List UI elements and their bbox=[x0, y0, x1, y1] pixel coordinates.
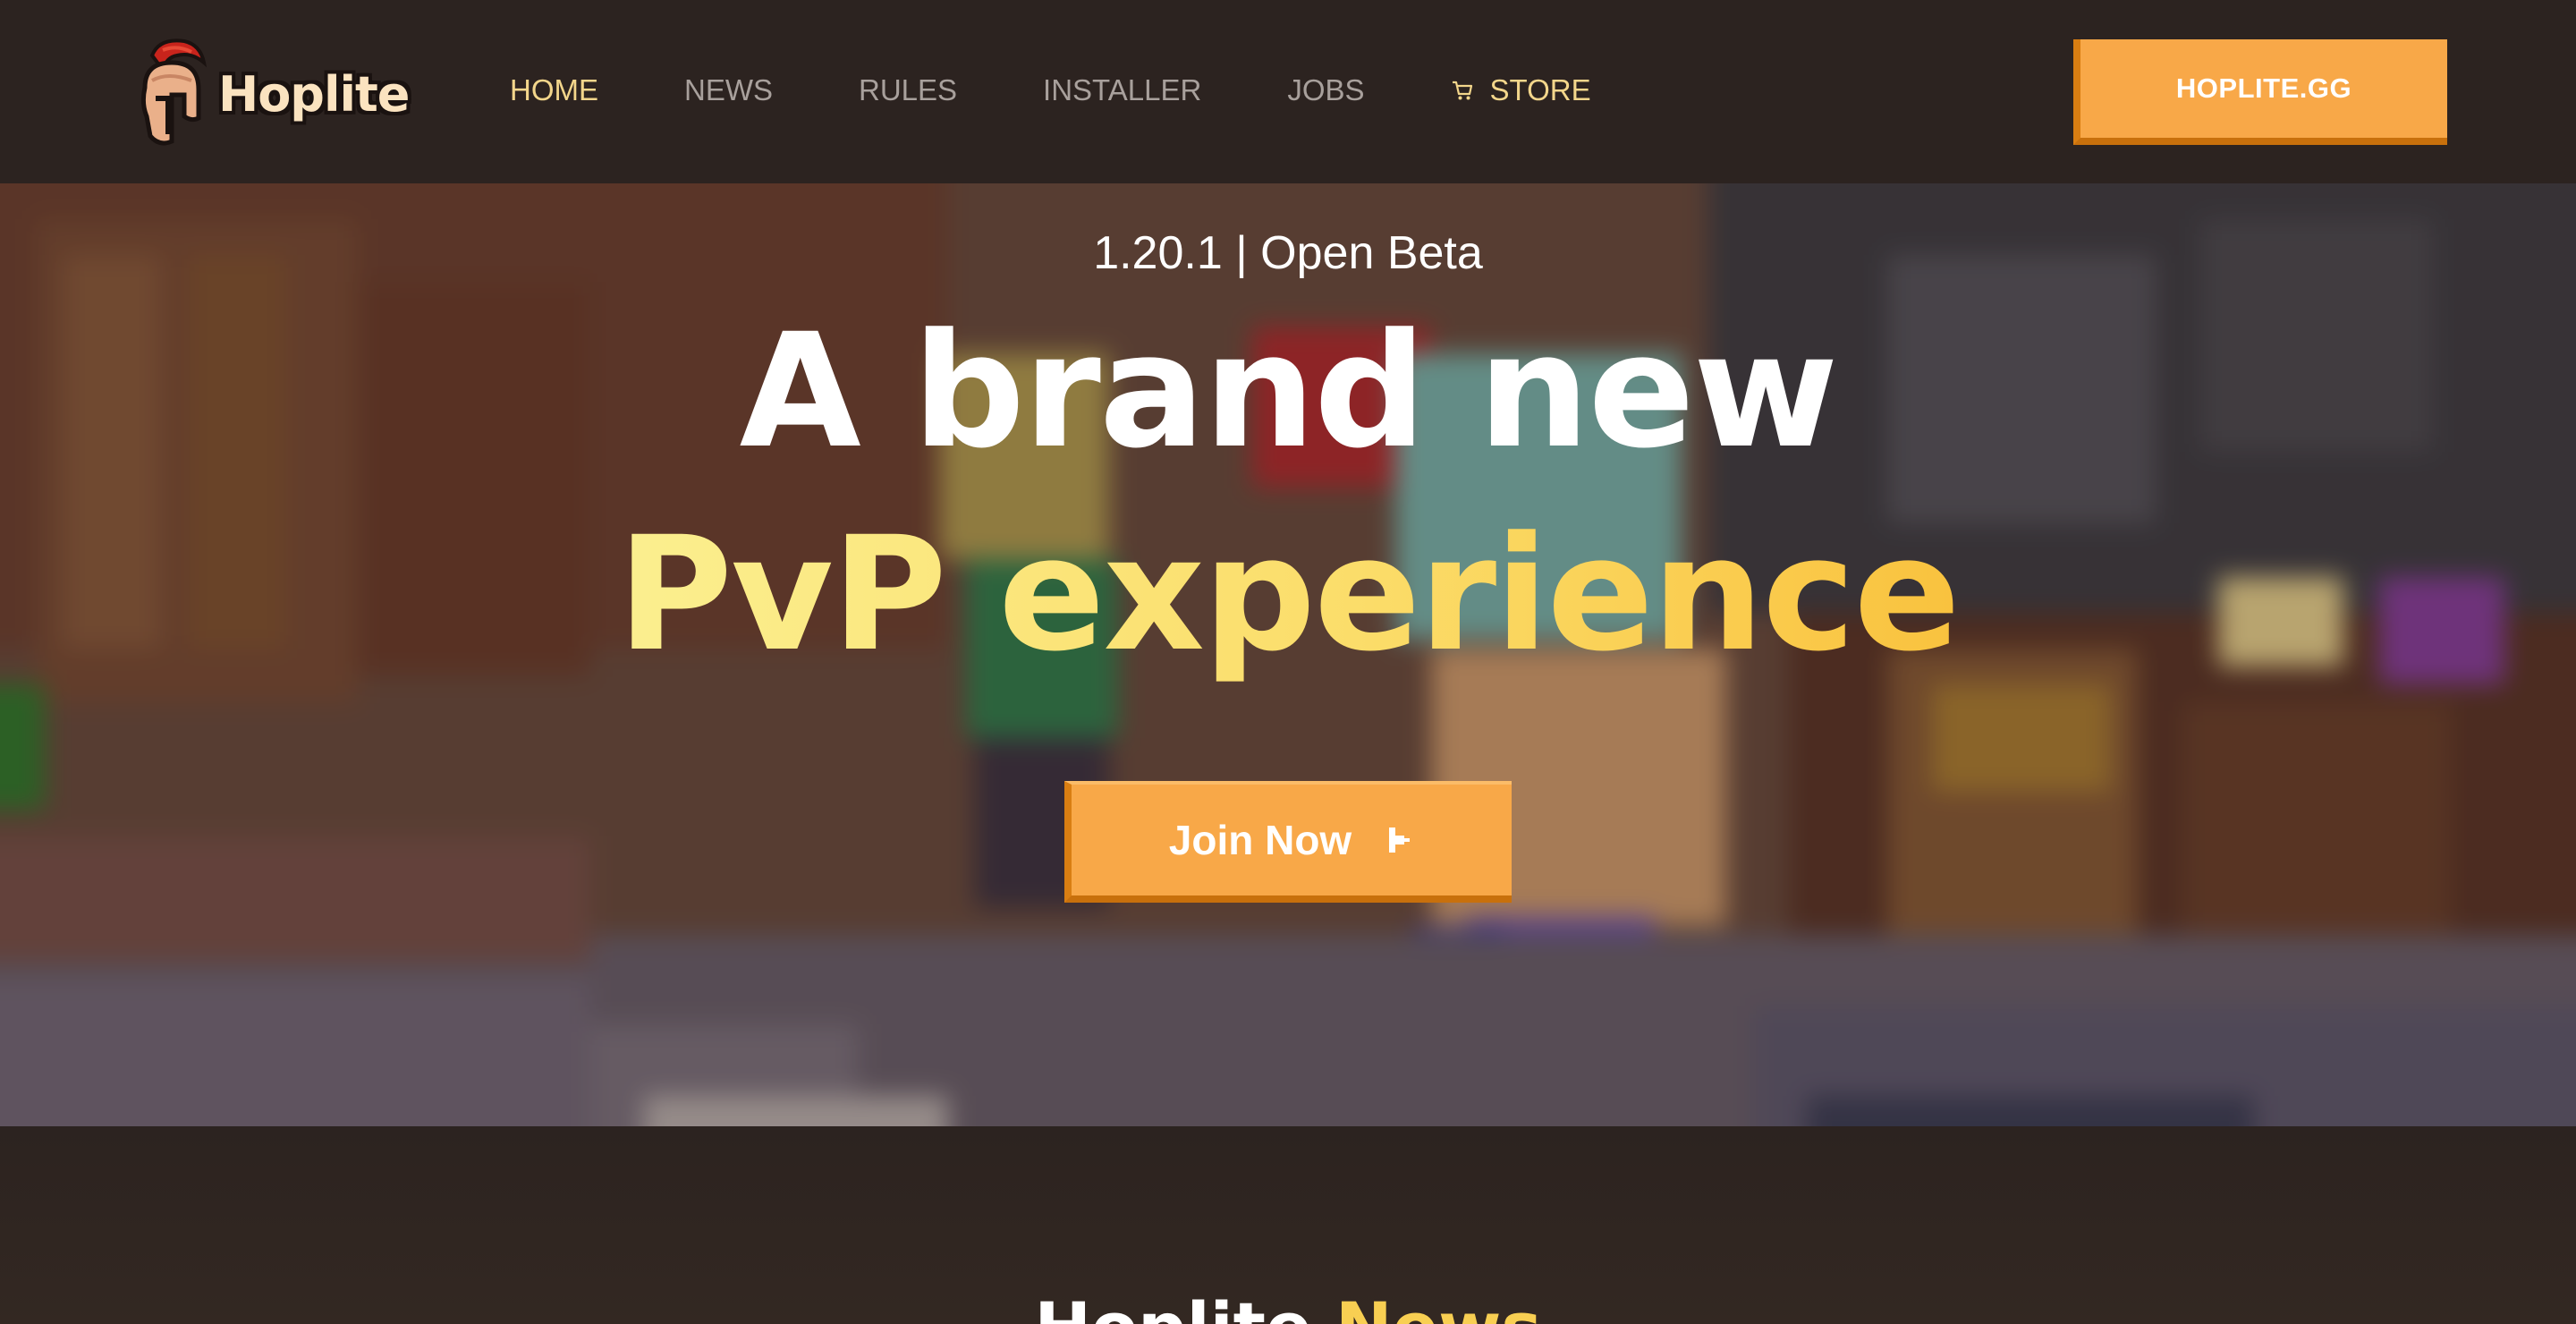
headline-line-2-text: PvP experience bbox=[617, 503, 1961, 686]
nav-item-store-label: STORE bbox=[1489, 73, 1591, 106]
news-title-part1: Hoplite bbox=[1034, 1287, 1311, 1324]
headline-line-1: A brand new bbox=[739, 300, 1839, 483]
hoplite-logo[interactable]: Hoplite bbox=[132, 36, 410, 150]
hoplite-gg-button-label: HOPLITE.GG bbox=[2175, 72, 2352, 104]
site-header: Hoplite HOME NEWS RULES INSTALLER JOBS S… bbox=[0, 0, 2576, 183]
hero-section: 1.20.1 | Open Beta A brand new PvP exper… bbox=[0, 183, 2576, 1126]
nav-item-store[interactable]: STORE bbox=[1451, 73, 1591, 107]
hoplite-gg-button[interactable]: HOPLITE.GG bbox=[2073, 39, 2447, 145]
cart-icon bbox=[1452, 81, 1472, 100]
news-section: Hoplite News bbox=[0, 1126, 2576, 1324]
headline-line-2: PvP experience bbox=[0, 501, 2576, 689]
nav-item-news[interactable]: NEWS bbox=[684, 73, 773, 107]
spartan-helmet-icon bbox=[140, 38, 208, 146]
version-label: 1.20.1 | Open Beta bbox=[1093, 227, 1483, 279]
news-title-part2: News bbox=[1335, 1287, 1542, 1324]
nav-item-home[interactable]: HOME bbox=[510, 73, 598, 107]
nav-item-rules[interactable]: RULES bbox=[859, 73, 957, 107]
logo-wordmark: Hoplite bbox=[218, 66, 410, 123]
main-nav: HOME NEWS RULES INSTALLER JOBS STORE bbox=[510, 70, 1677, 111]
nav-item-jobs[interactable]: JOBS bbox=[1287, 73, 1364, 107]
enter-icon bbox=[1389, 828, 1411, 853]
nav-item-installer[interactable]: INSTALLER bbox=[1043, 73, 1201, 107]
join-now-button-label: Join Now bbox=[1168, 817, 1352, 863]
join-now-button[interactable]: Join Now bbox=[1064, 781, 1512, 903]
news-section-title: Hoplite News bbox=[0, 1287, 2576, 1324]
